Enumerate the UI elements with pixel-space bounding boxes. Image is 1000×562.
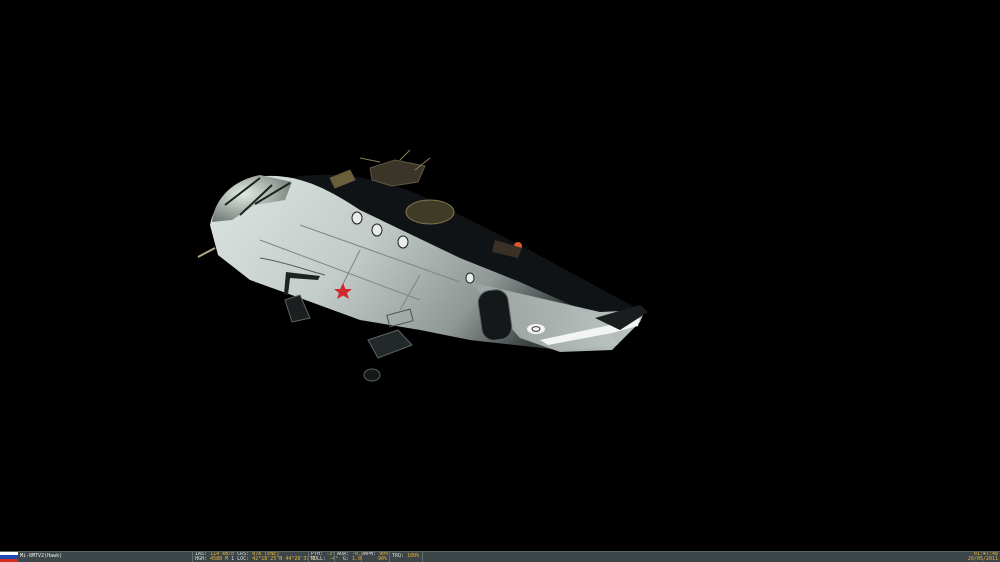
status-bar: Mi-8MTV2(Hawk) IAS: 114 km/h CRS: 078 (E… [0, 551, 1000, 562]
g-label: G: [343, 556, 350, 562]
rpm-value-2: 90% [378, 556, 388, 562]
rpm-cell: RPM: 90% 90% [361, 552, 390, 562]
hgh-label: HGH: [195, 556, 208, 562]
helicopter-scene [197, 149, 648, 382]
loc-value: 42°18'25"N 44°28'37"E [252, 556, 316, 562]
russia-flag-icon [0, 552, 18, 562]
game-viewport[interactable] [0, 0, 1000, 551]
unit-name: Mi-8MTV2(Hawk) [20, 553, 63, 559]
trq-label: TRQ: [392, 553, 405, 559]
trq-value: 100% [407, 553, 420, 559]
rpm-label: RPM: [364, 551, 377, 557]
g-value: 1.0 [352, 556, 362, 562]
mission-date: 20/05/2011 [967, 556, 998, 562]
aoa-g-cell: AOA: -0.9° G: 1.0 [334, 552, 367, 562]
attitude-cell: PTH: -3° ROLL: -4° [308, 552, 338, 562]
roll-label: ROLL: [311, 556, 327, 562]
torque-cell: TRQ: 100% [389, 552, 423, 562]
loc-label: 1 LOC: [231, 556, 250, 562]
tail-number-badge [527, 324, 545, 334]
hgh-value: 4588 M [210, 556, 229, 562]
speed-course-cell: IAS: 114 km/h CRS: 078 (ENE) HGH: 4588 M… [192, 552, 315, 562]
